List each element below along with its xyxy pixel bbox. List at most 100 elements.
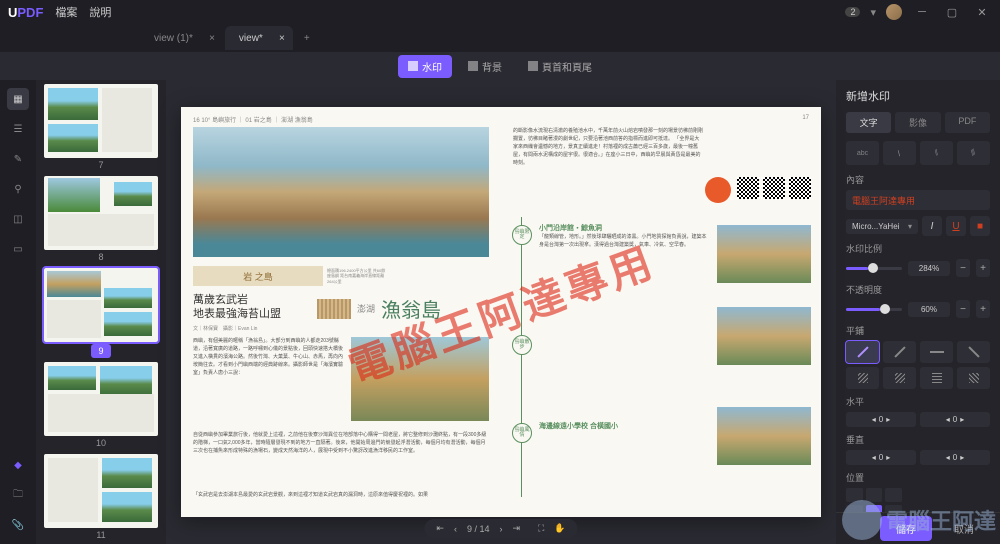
document-canvas[interactable]: 16 10° 島嶼旅行 ｜ 01 岩之島 ｜ 澎湖 漁翁島 岩 之島 總面積19…	[166, 80, 836, 544]
color-button[interactable]: ■	[970, 216, 990, 236]
attachment-icon[interactable]: 🗀	[7, 484, 29, 506]
crop-icon[interactable]: ◫	[7, 208, 29, 230]
droplet-icon	[408, 61, 418, 71]
pos-cell[interactable]	[846, 488, 863, 502]
ratio-slider[interactable]	[846, 267, 902, 270]
tile-option[interactable]	[846, 341, 879, 363]
notification-badge[interactable]: 2	[845, 7, 860, 17]
font-select[interactable]: Micro...YaHei▾	[846, 219, 918, 234]
ratio-plus[interactable]: +	[976, 259, 990, 277]
ratio-label: 水印比例	[846, 242, 990, 255]
qr-code	[763, 177, 785, 199]
watermark-text-input[interactable]	[846, 190, 990, 210]
page-thumbnail[interactable]: 10	[44, 362, 158, 450]
background-tool[interactable]: 背景	[458, 55, 512, 78]
bold-button[interactable]: I	[922, 216, 942, 236]
watermark-tool[interactable]: 水印	[398, 55, 452, 78]
tab-text[interactable]: 文字	[846, 112, 891, 133]
tile-option[interactable]	[883, 367, 916, 389]
ratio-value[interactable]: 284%	[908, 261, 950, 276]
page-thumbnail[interactable]: 8	[44, 176, 158, 264]
header-footer-tool[interactable]: 頁首和頁尾	[518, 55, 602, 78]
page-thumbnail-selected[interactable]: 9	[44, 268, 158, 358]
vert-stepper[interactable]: ◂0▸	[846, 450, 916, 465]
vert-label: 垂直	[846, 433, 990, 446]
opacity-slider[interactable]	[846, 308, 902, 311]
body-text: 西嶼，有個美麗的暱稱「漁翁島」。大部分到西嶼的人都走203號縣道，沿著寬廣的道路…	[193, 337, 343, 377]
page-left: 16 10° 島嶼旅行 ｜ 01 岩之島 ｜ 澎湖 漁翁島 岩 之島 總面積19…	[181, 107, 501, 517]
style-preset[interactable]: ⫽	[920, 141, 953, 165]
bookmarks-icon[interactable]: ☰	[7, 118, 29, 140]
cancel-button[interactable]: 取消	[938, 516, 990, 541]
vert-stepper[interactable]: ◂0▸	[920, 450, 990, 465]
menu-help[interactable]: 說明	[89, 4, 111, 20]
layout-icon	[528, 61, 538, 71]
pos-cell[interactable]	[885, 488, 902, 502]
first-page-icon[interactable]: ⇤	[436, 523, 444, 534]
search-icon[interactable]: ⚲	[7, 178, 29, 200]
ratio-minus[interactable]: −	[956, 259, 970, 277]
qr-code	[789, 177, 811, 199]
article-subtitle: 萬歲玄武岩地表最強海苔山盟	[193, 293, 281, 322]
section-band: 岩 之島	[193, 266, 323, 286]
menu-bar: UPDF 檔案 說明 2 ▾ ─ ▢ ✕	[0, 0, 1000, 24]
page-number: 17	[802, 115, 809, 121]
tile-option[interactable]	[957, 341, 990, 363]
tile-option[interactable]	[883, 341, 916, 363]
thumbnails-icon[interactable]: ▦	[7, 88, 29, 110]
section-photo	[717, 307, 811, 365]
prev-page-icon[interactable]: ‹	[454, 524, 457, 534]
panel-actions: 儲存 取消	[836, 512, 1000, 544]
qr-code	[737, 177, 759, 199]
style-preset[interactable]: abc	[846, 141, 879, 165]
tab-close-icon[interactable]: ×	[209, 33, 215, 44]
document-tab-active[interactable]: view*×	[225, 26, 293, 50]
menu-file[interactable]: 檔案	[55, 4, 77, 20]
new-tab-button[interactable]: +	[295, 26, 319, 50]
next-page-icon[interactable]: ›	[500, 524, 503, 534]
style-preset[interactable]: /	[883, 141, 916, 165]
opacity-plus[interactable]: +	[976, 300, 990, 318]
tile-option[interactable]	[957, 367, 990, 389]
page-thumbnail[interactable]: 7	[44, 84, 158, 172]
page-right: 17 的斷影像水流現右清澈的養殖池水中，千萬年前火山熔岩噴發那一刻的場景彷彿前剛…	[501, 107, 821, 517]
page-indicator[interactable]: 9 / 14	[467, 524, 490, 534]
inline-photo	[351, 337, 489, 421]
fit-icon[interactable]: ⛶	[538, 523, 544, 534]
comments-icon[interactable]: ✎	[7, 148, 29, 170]
horiz-stepper[interactable]: ◂0▸	[846, 412, 916, 427]
opacity-minus[interactable]: −	[956, 300, 970, 318]
horiz-stepper[interactable]: ◂0▸	[920, 412, 990, 427]
tile-option[interactable]	[920, 341, 953, 363]
underline-button[interactable]: U	[946, 216, 966, 236]
tab-close-icon[interactable]: ×	[279, 33, 285, 44]
page-thumbnail[interactable]: 11	[44, 454, 158, 542]
share-icon[interactable]: ◆	[7, 454, 29, 476]
hand-icon[interactable]: ✋	[554, 523, 565, 534]
close-icon[interactable]: ✕	[972, 5, 992, 19]
page-spread: 16 10° 島嶼旅行 ｜ 01 岩之島 ｜ 澎湖 漁翁島 岩 之島 總面積19…	[181, 107, 821, 517]
page-navigator: ⇤ ‹ 9 / 14 › ⇥ ⛶ ✋	[424, 519, 577, 538]
tab-pdf[interactable]: PDF	[945, 112, 990, 133]
user-avatar[interactable]	[886, 4, 902, 20]
opacity-value[interactable]: 60%	[908, 302, 950, 317]
section-title: 海邊線遠小學校 合橫國小	[539, 421, 618, 431]
pos-cell[interactable]	[866, 488, 883, 502]
minimize-icon[interactable]: ─	[912, 5, 932, 19]
timeline-node: 島嶼散步	[512, 335, 532, 355]
tile-option[interactable]	[846, 367, 879, 389]
tile-option[interactable]	[920, 367, 953, 389]
app-logo: UPDF	[8, 5, 43, 20]
save-button[interactable]: 儲存	[880, 516, 932, 541]
thumbnail-panel: 7 8 9 10 11	[36, 80, 166, 544]
last-page-icon[interactable]: ⇥	[513, 523, 521, 534]
section-photo	[717, 407, 811, 465]
document-tab[interactable]: view (1)*×	[140, 26, 223, 50]
tab-image[interactable]: 影像	[895, 112, 940, 133]
clip-icon[interactable]: 📎	[7, 514, 29, 536]
article-title: 漁翁島	[381, 294, 441, 323]
style-preset[interactable]: ⫻	[957, 141, 990, 165]
body-text: 自從西嶼參加畢業旅行後，他就愛上這裡，之前他在後寮沙灣異位在地部落中心購得一間老…	[193, 431, 489, 455]
form-icon[interactable]: ▭	[7, 238, 29, 260]
maximize-icon[interactable]: ▢	[942, 5, 962, 19]
